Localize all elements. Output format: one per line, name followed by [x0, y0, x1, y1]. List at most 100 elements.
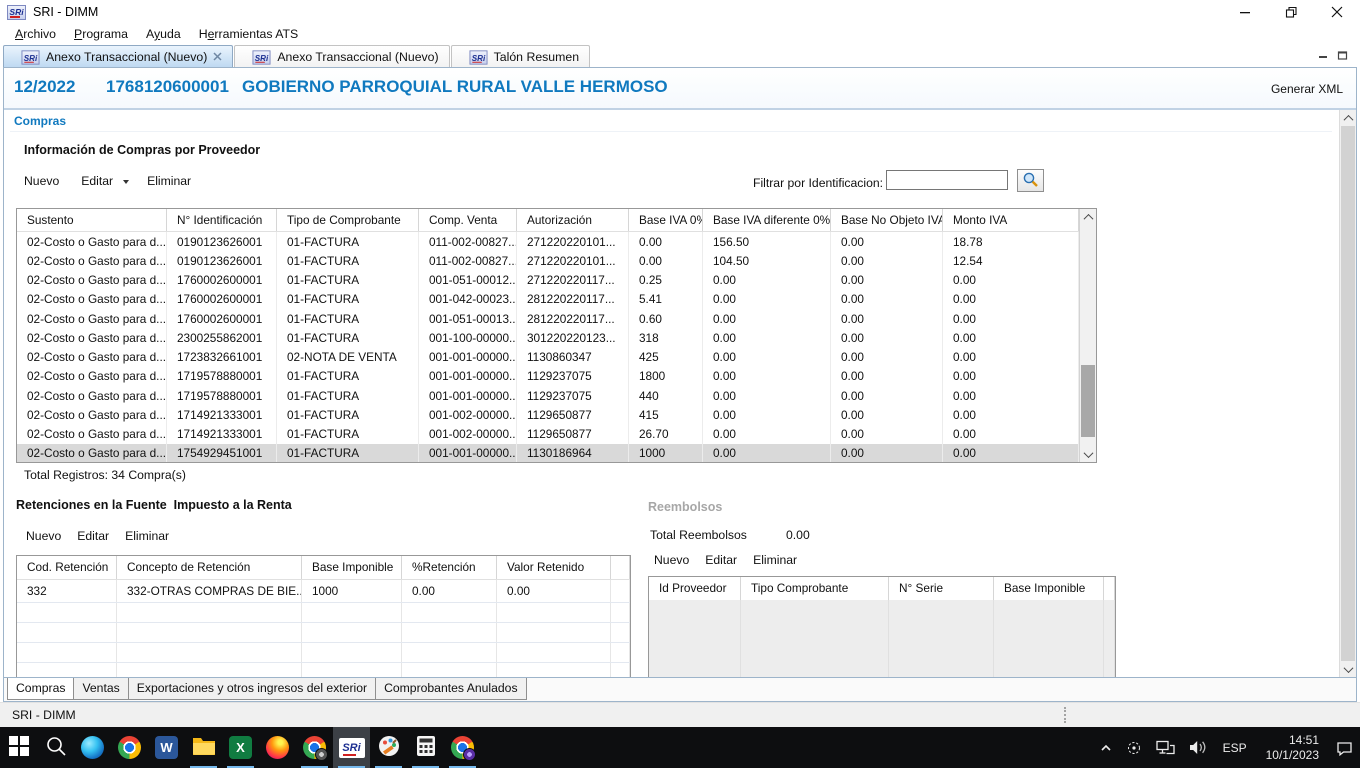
bottom-tab-comprobantes[interactable]: Comprobantes Anulados: [375, 678, 526, 700]
network-icon[interactable]: [1149, 727, 1182, 768]
menu-herramientas-ats[interactable]: Herramientas ATS: [190, 25, 308, 43]
bottom-tab-compras[interactable]: Compras: [7, 678, 74, 700]
column-header[interactable]: Base Imponible: [302, 556, 402, 579]
scrollbar-thumb[interactable]: [1081, 365, 1095, 437]
compras-row[interactable]: 02-Costo o Gasto para d...17600026000010…: [17, 309, 1079, 328]
taskbar-start[interactable]: [0, 727, 37, 768]
column-header[interactable]: Monto IVA: [943, 209, 1079, 231]
close-button[interactable]: [1314, 0, 1360, 24]
menu-ayuda[interactable]: Ayuda: [137, 25, 190, 43]
total-registros: Total Registros: 34 Compra(s): [24, 468, 186, 482]
page-scrollbar-thumb[interactable]: [1341, 126, 1355, 661]
compras-row[interactable]: 02-Costo o Gasto para d...17149213330010…: [17, 425, 1079, 444]
compras-row[interactable]: 02-Costo o Gasto para d...17600026000010…: [17, 271, 1079, 290]
taskbar-paint[interactable]: [370, 727, 407, 768]
cell: 0.00: [831, 348, 943, 367]
action-center-icon[interactable]: [1329, 727, 1360, 768]
editor-tab-1[interactable]: SRiAnexo Transaccional (Nuevo): [3, 45, 233, 68]
view-maximize-icon[interactable]: [1337, 49, 1349, 64]
restore-button[interactable]: [1268, 0, 1314, 24]
page-scroll-up[interactable]: [1340, 110, 1356, 126]
taskbar-search[interactable]: [37, 727, 74, 768]
cell: [402, 623, 497, 642]
taskbar-chrome-profile[interactable]: [296, 727, 333, 768]
retenciones-eliminar-button[interactable]: Eliminar: [125, 529, 169, 543]
column-header[interactable]: Base IVA 0%: [629, 209, 703, 231]
compras-editar-dropdown-arrow[interactable]: [123, 180, 129, 184]
compras-row[interactable]: 02-Costo o Gasto para d...01901236260010…: [17, 232, 1079, 251]
column-header[interactable]: Base IVA diferente 0%: [703, 209, 831, 231]
page-scroll-down[interactable]: [1340, 661, 1356, 677]
column-header[interactable]: Base No Objeto IVA: [831, 209, 943, 231]
generar-xml-button[interactable]: Generar XML: [1271, 82, 1343, 96]
cell: 02-Costo o Gasto para d...: [17, 348, 167, 367]
sri-tab-icon: SRi: [21, 50, 39, 64]
view-minimize-icon[interactable]: [1318, 49, 1329, 64]
taskbar-calculator[interactable]: [407, 727, 444, 768]
scroll-down-button[interactable]: [1080, 446, 1096, 462]
taskbar-file-explorer[interactable]: [185, 727, 222, 768]
compras-row[interactable]: 02-Costo o Gasto para d...17600026000010…: [17, 290, 1079, 309]
reembolsos-nuevo-button[interactable]: Nuevo: [654, 553, 689, 567]
compras-row[interactable]: 02-Costo o Gasto para d...01901236260010…: [17, 251, 1079, 270]
speaker-icon[interactable]: [1182, 727, 1214, 768]
compras-row[interactable]: 02-Costo o Gasto para d...17549294510010…: [17, 444, 1079, 463]
cell: 02-NOTA DE VENTA: [277, 348, 419, 367]
clock[interactable]: 14:5110/1/2023: [1256, 733, 1329, 763]
compras-eliminar-button[interactable]: Eliminar: [147, 174, 191, 188]
column-header[interactable]: Sustento: [17, 209, 167, 231]
minimize-button[interactable]: [1222, 0, 1268, 24]
taskbar-firefox[interactable]: [259, 727, 296, 768]
compras-nuevo-button[interactable]: Nuevo: [24, 174, 59, 188]
tab-close-icon[interactable]: [213, 50, 222, 64]
language-indicator[interactable]: ESP: [1214, 727, 1256, 768]
column-header[interactable]: Autorización: [517, 209, 629, 231]
compras-row[interactable]: 02-Costo o Gasto para d...17195788800010…: [17, 367, 1079, 386]
editor-tab-3[interactable]: SRiTalón Resumen: [451, 45, 590, 68]
reembolsos-editar-button[interactable]: Editar: [705, 553, 737, 567]
column-header[interactable]: Cod. Retención: [17, 556, 117, 579]
reembolsos-title: Reembolsos: [648, 500, 722, 514]
menu-archivo[interactable]: Archivo: [6, 25, 65, 43]
compras-row[interactable]: 02-Costo o Gasto para d...17149213330010…: [17, 405, 1079, 424]
column-header[interactable]: Tipo de Comprobante: [277, 209, 419, 231]
filter-input[interactable]: [886, 170, 1008, 190]
cell: 0.00: [943, 309, 1079, 328]
taskbar-chrome-profile-2[interactable]: [444, 727, 481, 768]
compras-editar-button[interactable]: Editar: [81, 174, 113, 188]
cell: 01-FACTURA: [277, 251, 419, 270]
filter-search-button[interactable]: [1017, 169, 1044, 192]
cell: 0.00: [943, 328, 1079, 347]
compras-row[interactable]: 02-Costo o Gasto para d...23002558620010…: [17, 328, 1079, 347]
editor-tab-2[interactable]: SRiAnexo Transaccional (Nuevo): [234, 45, 449, 68]
page-scrollbar[interactable]: [1339, 110, 1356, 677]
taskbar-word[interactable]: W: [148, 727, 185, 768]
column-header-filler: [1104, 577, 1115, 600]
taskbar-excel[interactable]: X: [222, 727, 259, 768]
retenciones-row[interactable]: 332332-OTRAS COMPRAS DE BIE...10000.000.…: [17, 580, 630, 602]
compras-table-scrollbar[interactable]: [1079, 209, 1096, 462]
taskbar-chrome[interactable]: [111, 727, 148, 768]
compras-row[interactable]: 02-Costo o Gasto para d...17195788800010…: [17, 386, 1079, 405]
column-header[interactable]: Valor Retenido: [497, 556, 611, 579]
menu-programa[interactable]: Programa: [65, 25, 137, 43]
taskbar-edge[interactable]: [74, 727, 111, 768]
tray-show-hidden-icons[interactable]: [1093, 727, 1119, 768]
retenciones-editar-button[interactable]: Editar: [77, 529, 109, 543]
bottom-tab-exportaciones[interactable]: Exportaciones y otros ingresos del exter…: [128, 678, 376, 700]
taskbar-sri-dimm[interactable]: SRi: [333, 727, 370, 768]
scroll-up-button[interactable]: [1080, 209, 1096, 225]
column-header[interactable]: Comp. Venta: [419, 209, 517, 231]
cell: 0.00: [703, 425, 831, 444]
bottom-tab-ventas[interactable]: Ventas: [73, 678, 128, 700]
tray-app-icon[interactable]: [1119, 727, 1149, 768]
column-header[interactable]: %Retención: [402, 556, 497, 579]
column-header[interactable]: N° Identificación: [167, 209, 277, 231]
reembolsos-eliminar-button[interactable]: Eliminar: [753, 553, 797, 567]
cell: 0.00: [703, 271, 831, 290]
cell: 0.60: [629, 309, 703, 328]
compras-header-row: SustentoN° IdentificaciónTipo de Comprob…: [17, 209, 1079, 232]
column-header[interactable]: Concepto de Retención: [117, 556, 302, 579]
compras-row[interactable]: 02-Costo o Gasto para d...17238326610010…: [17, 348, 1079, 367]
retenciones-nuevo-button[interactable]: Nuevo: [26, 529, 61, 543]
